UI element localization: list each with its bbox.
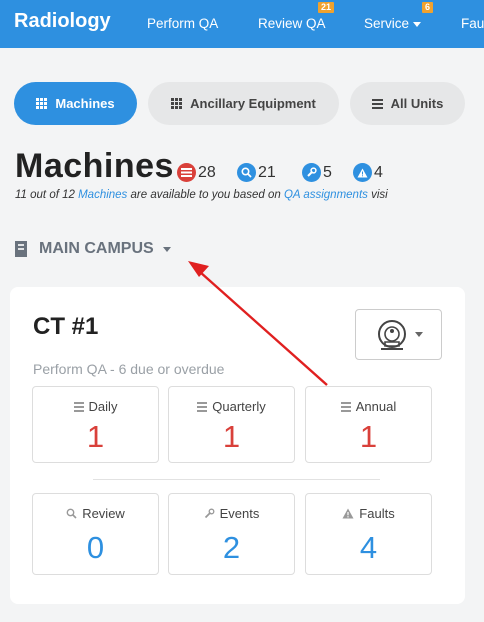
review-count-value: 0 (86, 530, 105, 565)
nav-perform-qa[interactable]: Perform QA (147, 16, 218, 31)
daily-label: Daily (88, 399, 118, 414)
due-count: 28 (198, 163, 216, 181)
building-icon (15, 241, 27, 257)
availability-note: 11 out of 12 Machines are available to y… (15, 189, 388, 201)
chevron-down-icon (414, 332, 423, 337)
review-count: 21 (258, 163, 276, 181)
annual-label: Annual (355, 399, 397, 414)
faults-label-row: Faults (306, 506, 431, 521)
machine-type-dropdown[interactable] (355, 309, 442, 360)
search-icon (237, 163, 256, 182)
nav-review-qa[interactable]: Review QA (258, 16, 326, 31)
brand[interactable]: Radiology (14, 10, 111, 33)
faults-count: 4 (374, 163, 383, 181)
machine-name[interactable]: CT #1 (33, 313, 98, 341)
faults-label: Faults (359, 506, 395, 521)
page-title: Machines (15, 147, 174, 185)
ancillary-equipment-tab[interactable]: Ancillary Equipment (148, 82, 339, 125)
divider (93, 479, 380, 480)
due-count-stat[interactable]: 28 (177, 163, 216, 182)
review-qa-badge: 21 (318, 2, 335, 13)
quarterly-qa-label-row: Quarterly (169, 399, 294, 414)
grid-icon (36, 98, 48, 109)
events-tile[interactable]: Events 2 (168, 493, 295, 575)
events-count-stat[interactable]: 5 (302, 163, 332, 182)
machines-tab-label: Machines (55, 96, 115, 111)
nav-review-qa-label: Review QA (258, 16, 326, 31)
events-count-value: 2 (222, 530, 241, 565)
quarterly-label: Quarterly (212, 399, 266, 414)
list-icon (197, 401, 208, 412)
nav-faults[interactable]: Fau (461, 16, 484, 31)
grid-icon (171, 98, 183, 109)
review-label-row: Review (33, 506, 158, 521)
faults-tile[interactable]: Faults 4 (305, 493, 432, 575)
chevron-down-icon (162, 246, 171, 252)
top-nav: Radiology Perform QA Review QA 21 Servic… (0, 0, 484, 48)
machines-link[interactable]: Machines (78, 189, 127, 201)
availability-text: visi (367, 189, 388, 201)
review-tile[interactable]: Review 0 (32, 493, 159, 575)
faults-count-stat[interactable]: 4 (353, 163, 383, 182)
warning-icon (353, 163, 372, 182)
nav-service-label: Service (364, 16, 410, 31)
qa-due-summary: Perform QA - 6 due or overdue (33, 361, 225, 377)
annual-count: 1 (359, 419, 378, 454)
all-units-tab-label: All Units (390, 96, 444, 111)
warning-icon (342, 508, 354, 519)
availability-text: are available to you based on (127, 189, 284, 201)
events-count: 5 (323, 163, 332, 181)
campus-label: MAIN CAMPUS (39, 240, 154, 257)
annual-qa-tile[interactable]: Annual 1 (305, 386, 432, 463)
nav-service[interactable]: Service (364, 16, 422, 31)
review-count-stat[interactable]: 21 (237, 163, 276, 182)
ancillary-equipment-tab-label: Ancillary Equipment (190, 96, 316, 111)
list-icon (371, 98, 383, 109)
events-label-row: Events (169, 506, 294, 521)
list-icon (73, 401, 84, 412)
quarterly-qa-tile[interactable]: Quarterly 1 (168, 386, 295, 463)
machines-tab[interactable]: Machines (14, 82, 137, 125)
wrench-icon (204, 508, 215, 519)
search-icon (66, 508, 77, 519)
wrench-icon (302, 163, 321, 182)
daily-qa-tile[interactable]: Daily 1 (32, 386, 159, 463)
events-label: Events (219, 506, 260, 521)
quarterly-count: 1 (222, 419, 241, 454)
ct-scanner-icon (377, 319, 406, 350)
qa-assignments-link[interactable]: QA assignments (284, 189, 368, 201)
chevron-down-icon (413, 21, 422, 27)
all-units-tab[interactable]: All Units (350, 82, 465, 125)
faults-count-value: 4 (359, 530, 378, 565)
review-label: Review (82, 506, 125, 521)
list-icon (177, 163, 196, 182)
service-badge: 6 (422, 2, 434, 13)
campus-dropdown[interactable]: MAIN CAMPUS (15, 240, 171, 258)
annual-qa-label-row: Annual (306, 399, 431, 414)
daily-qa-label-row: Daily (33, 399, 158, 414)
daily-count: 1 (86, 419, 105, 454)
list-icon (340, 401, 351, 412)
availability-text: 11 out of 12 (15, 189, 79, 201)
